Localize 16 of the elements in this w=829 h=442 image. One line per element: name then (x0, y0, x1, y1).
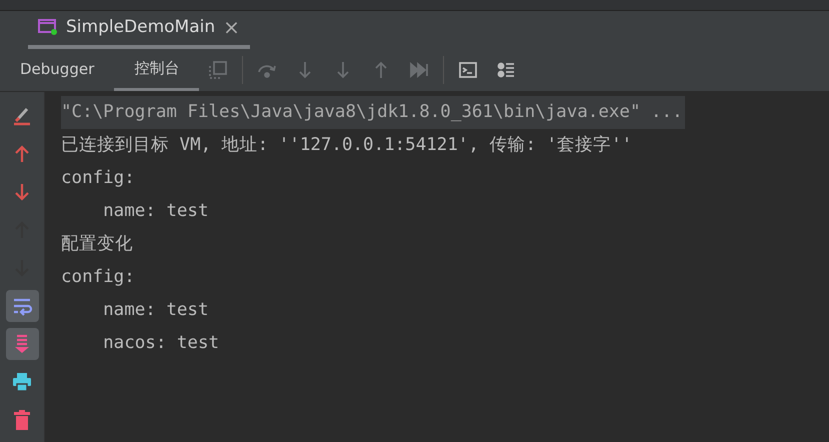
list-icon[interactable] (496, 60, 516, 80)
wrap-icon[interactable] (6, 290, 38, 322)
panel-tab[interactable]: 控制台 (114, 49, 200, 91)
window-icon (38, 18, 58, 36)
console-line: config: (61, 266, 136, 289)
console-line: config: (61, 167, 136, 190)
panel-tab[interactable]: Debugger (0, 49, 114, 91)
console-line: name: test (102, 299, 210, 322)
tab-label: SimpleDemoMain (66, 17, 216, 37)
scroll-down-icon[interactable] (6, 328, 38, 360)
console-line: 已连接到目标 VM, 地址: ''127.0.0.1:54121', 传输: '套接字'' (61, 134, 634, 157)
console-line: name: test (102, 200, 210, 223)
terminal-icon[interactable] (458, 60, 478, 80)
console-line: nacos: test (102, 332, 220, 355)
close-icon[interactable]: × (223, 17, 240, 37)
console-line: 配置变化 (61, 233, 134, 256)
